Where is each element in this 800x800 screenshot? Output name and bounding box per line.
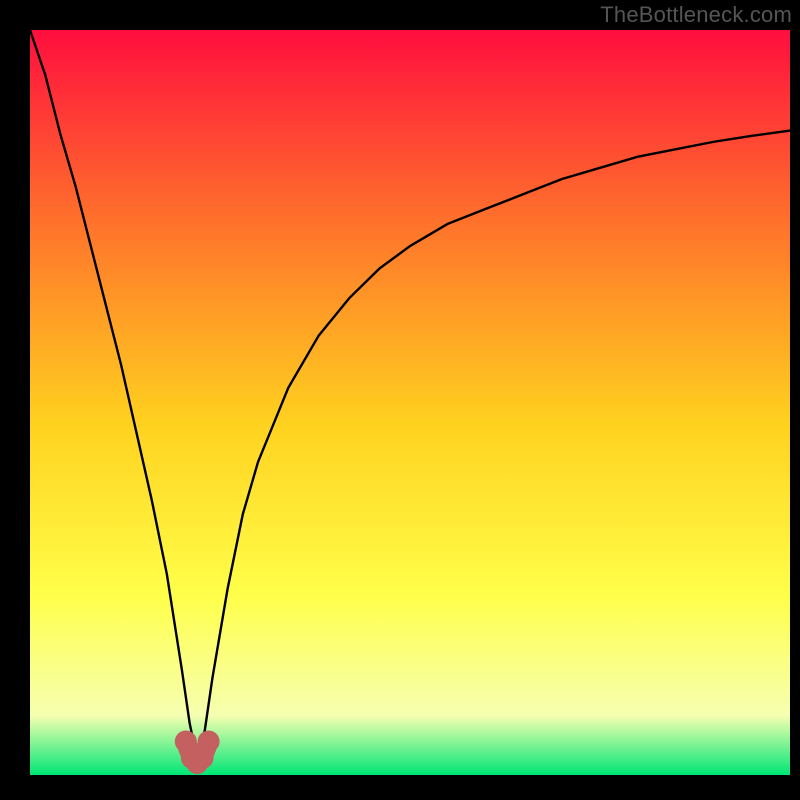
bottleneck-chart	[0, 0, 800, 800]
optimal-marker	[198, 730, 220, 752]
chart-stage: TheBottleneck.com	[0, 0, 800, 800]
plot-area	[30, 30, 790, 775]
watermark-text: TheBottleneck.com	[600, 2, 792, 28]
